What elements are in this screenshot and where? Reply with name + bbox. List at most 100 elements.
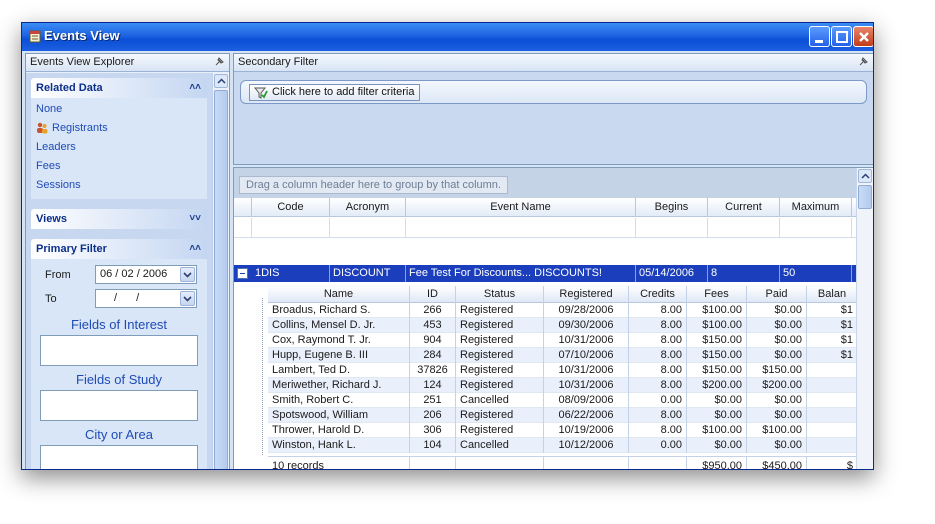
add-filter-criteria-button[interactable]: Click here to add filter criteria <box>249 84 421 101</box>
column-header-fees[interactable]: Fees <box>687 286 747 303</box>
related-item-none[interactable]: None <box>31 100 207 119</box>
views-header[interactable]: Views ˅˅ <box>31 209 207 229</box>
cell-registered: 10/19/2006 <box>544 423 629 438</box>
from-date-value: 06 / 02 / 2006 <box>100 268 168 280</box>
explorer-scrollbar[interactable] <box>212 73 229 469</box>
secondary-filter-title: Secondary Filter <box>238 56 319 68</box>
filter-cell[interactable] <box>636 218 708 238</box>
to-date-field[interactable]: / / <box>95 289 197 308</box>
column-header-registered[interactable]: Registered <box>544 286 629 303</box>
filter-cell <box>234 218 252 238</box>
cell-status: Registered <box>456 348 544 363</box>
cell-balance: $1 <box>807 318 858 333</box>
filter-cell[interactable] <box>406 218 636 238</box>
filter-cell[interactable] <box>252 218 330 238</box>
collapse-chevron-icon[interactable]: ˄˄ <box>189 78 201 98</box>
balance-total: $ <box>807 457 858 469</box>
group-by-area[interactable]: Drag a column header here to group by th… <box>234 168 858 198</box>
grid-filter-row[interactable] <box>234 218 858 238</box>
expand-chevron-icon[interactable]: ˅˅ <box>189 209 201 229</box>
dropdown-arrow-icon[interactable] <box>180 291 195 306</box>
explorer-header: Events View Explorer <box>26 54 229 72</box>
record-count: 10 records <box>268 457 410 469</box>
pin-icon[interactable] <box>213 56 225 68</box>
collapse-chevron-icon[interactable]: ˄˄ <box>189 239 201 259</box>
secondary-filter-panel: Secondary Filter Click here to add filte… <box>233 53 873 165</box>
table-row[interactable]: Cox, Raymond T. Jr. 904 Registered 10/31/20… <box>268 333 858 348</box>
scroll-up-button[interactable] <box>858 169 872 183</box>
event-row[interactable]: 1DIS DISCOUNT Fee Test For Discounts... … <box>234 265 858 282</box>
related-item-sessions[interactable]: Sessions <box>31 176 207 195</box>
column-header-id[interactable]: ID <box>410 286 456 303</box>
pin-icon[interactable] <box>857 56 869 68</box>
expand-minus-icon[interactable] <box>237 268 248 279</box>
registrants-table: Name ID Status Registered Credits Fees P… <box>268 286 858 469</box>
scroll-thumb[interactable] <box>858 185 872 209</box>
cell-credits: 8.00 <box>629 303 687 318</box>
filter-cell[interactable] <box>330 218 406 238</box>
close-button[interactable] <box>853 26 873 47</box>
cell-name: Thrower, Harold D. <box>268 423 410 438</box>
city-or-area-box[interactable] <box>40 445 198 469</box>
column-header-paid[interactable]: Paid <box>747 286 807 303</box>
column-header-credits[interactable]: Credits <box>629 286 687 303</box>
cell-balance <box>807 363 858 378</box>
scroll-thumb[interactable] <box>214 90 228 469</box>
column-header-begins[interactable]: Begins <box>636 198 708 217</box>
filter-cell[interactable] <box>708 218 780 238</box>
cell-id: 266 <box>410 303 456 318</box>
views-group: Views ˅˅ <box>31 209 207 229</box>
cell-fees: $150.00 <box>687 333 747 348</box>
cell-paid: $200.00 <box>747 378 807 393</box>
grid-scrollbar[interactable] <box>856 168 873 469</box>
column-header-current[interactable]: Current <box>708 198 780 217</box>
cell-id: 453 <box>410 318 456 333</box>
related-item-leaders[interactable]: Leaders <box>31 138 207 157</box>
related-item-registrants[interactable]: Registrants <box>31 119 207 138</box>
primary-filter-header[interactable]: Primary Filter ˄˄ <box>31 239 207 259</box>
cell-balance <box>807 423 858 438</box>
table-row[interactable]: Collins, Mensel D. Jr. 453 Registered 09/30… <box>268 318 858 333</box>
cell-id: 37826 <box>410 363 456 378</box>
scroll-up-button[interactable] <box>214 74 228 88</box>
column-header-balance[interactable]: Balan <box>807 286 858 303</box>
primary-filter-body: From 06 / 02 / 2006 To / / Fields of Int… <box>31 259 207 469</box>
related-data-header[interactable]: Related Data ˄˄ <box>31 78 207 98</box>
column-header-maximum[interactable]: Maximum <box>780 198 852 217</box>
cell-balance <box>807 408 858 423</box>
fields-of-study-box[interactable] <box>40 390 198 421</box>
maximize-button[interactable] <box>831 26 852 47</box>
column-header-event-name[interactable]: Event Name <box>406 198 636 217</box>
filter-cell[interactable] <box>780 218 852 238</box>
cell-id: 124 <box>410 378 456 393</box>
to-label: To <box>45 293 57 305</box>
cell-credits: 8.00 <box>629 333 687 348</box>
table-row[interactable]: Hupp, Eugene B. III 284 Registered 07/10/20… <box>268 348 858 363</box>
table-row[interactable]: Broadus, Richard S. 266 Registered 09/28/20… <box>268 303 858 318</box>
table-row[interactable]: Winston, Hank L. 104 Cancelled 10/12/2006 0.… <box>268 438 858 453</box>
summary-row: 10 records $950.00 $450.00 $ <box>268 456 858 469</box>
column-header-code[interactable]: Code <box>252 198 330 217</box>
cell-balance: $1 <box>807 303 858 318</box>
from-date-field[interactable]: 06 / 02 / 2006 <box>95 265 197 284</box>
table-row[interactable]: Thrower, Harold D. 306 Registered 10/19/200… <box>268 423 858 438</box>
table-row[interactable]: Lambert, Ted D. 37826 Registered 10/31/2006… <box>268 363 858 378</box>
app-icon <box>29 30 41 43</box>
column-header-acronym[interactable]: Acronym <box>330 198 406 217</box>
table-row[interactable]: Smith, Robert C. 251 Cancelled 08/09/2006 0.… <box>268 393 858 408</box>
fields-of-interest-label: Fields of Interest <box>70 317 168 332</box>
column-header-status[interactable]: Status <box>456 286 544 303</box>
related-item-fees[interactable]: Fees <box>31 157 207 176</box>
cell-paid: $0.00 <box>747 408 807 423</box>
table-row[interactable]: Meriwether, Richard J. 124 Registered 10/31… <box>268 378 858 393</box>
column-header-name[interactable]: Name <box>268 286 410 303</box>
dropdown-arrow-icon[interactable] <box>180 267 195 282</box>
cell-name: Broadus, Richard S. <box>268 303 410 318</box>
fields-of-interest-box[interactable] <box>40 335 198 366</box>
cell-credits: 8.00 <box>629 318 687 333</box>
minimize-button[interactable] <box>809 26 830 47</box>
cell-paid: $100.00 <box>747 423 807 438</box>
title-bar[interactable]: Events View <box>22 23 873 51</box>
cell-id: 284 <box>410 348 456 363</box>
table-row[interactable]: Spotswood, William 206 Registered 06/22/200… <box>268 408 858 423</box>
